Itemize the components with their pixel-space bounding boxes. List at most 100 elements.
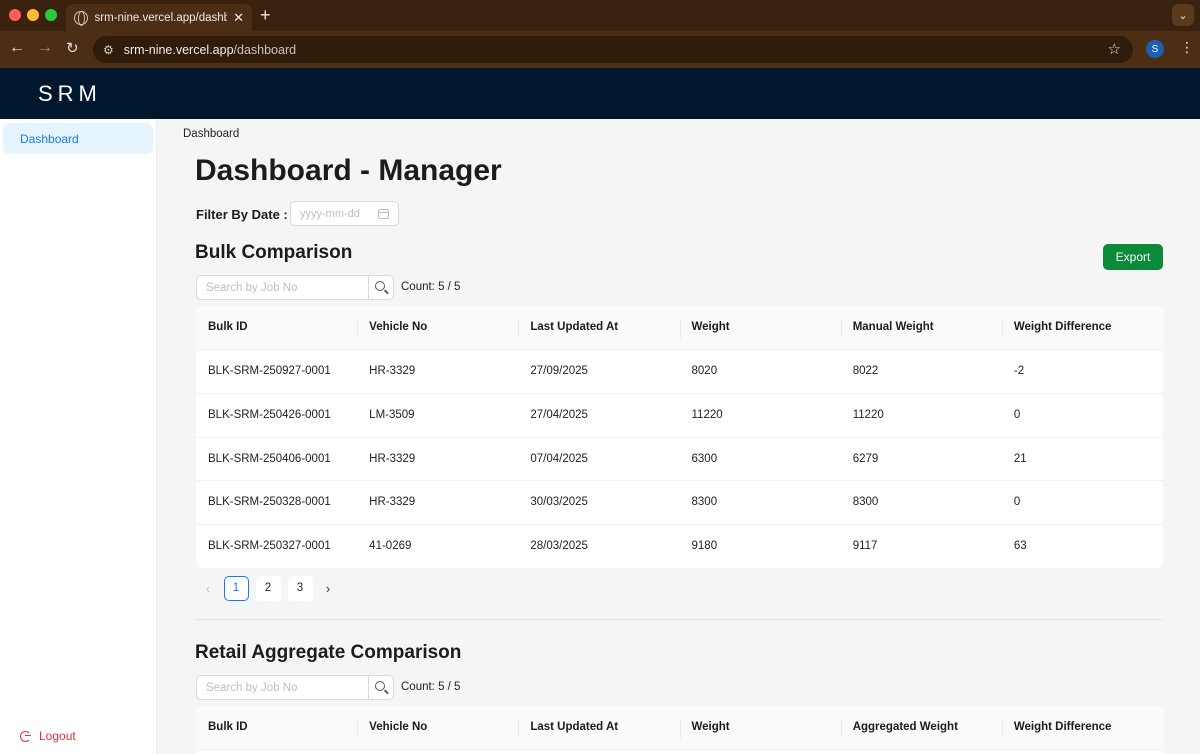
column-header[interactable]: Aggregated Weight: [840, 706, 1002, 749]
more-menu-icon[interactable]: ⋮: [1180, 39, 1194, 56]
breadcrumb: Dashboard: [183, 128, 240, 140]
back-arrow-icon[interactable]: ←: [9, 39, 25, 57]
cell-last-updated: 30/03/2025: [530, 496, 588, 509]
logout-icon: [20, 730, 31, 742]
table-row[interactable]: BLK-SRM-250327-0001 41-0269 28/03/2025 9…: [196, 525, 1163, 568]
cell-weight-difference: 21: [1013, 452, 1027, 465]
page-button-2[interactable]: 2: [255, 575, 281, 601]
bulk-comparison-title: Bulk Comparison: [195, 242, 353, 263]
pagination-prev-icon[interactable]: ‹: [196, 581, 220, 596]
retail-count: Count: 5 / 5: [401, 681, 461, 693]
page-button-1[interactable]: 1: [223, 575, 249, 601]
cell-bulk-id: BLK-SRM-250426-0001: [208, 408, 331, 421]
window-close-button[interactable]: [9, 9, 21, 21]
app-logo: SRM: [38, 81, 102, 106]
filter-date-label: Filter By Date :: [196, 207, 288, 222]
browser-tab[interactable]: srm-nine.vercel.app/dashboard ✕: [66, 4, 252, 31]
column-header[interactable]: Weight Difference: [1001, 306, 1163, 349]
logout-label: Logout: [39, 729, 76, 743]
cell-bulk-id: BLK-SRM-250327-0001: [208, 540, 331, 553]
retail-search-button[interactable]: [369, 675, 394, 700]
cell-weight: 11220: [691, 408, 723, 421]
forward-arrow-icon[interactable]: →: [37, 39, 53, 57]
cell-weight: 8020: [691, 365, 718, 377]
bulk-search-button[interactable]: [369, 275, 394, 300]
cell-weight-difference: 0: [1013, 496, 1021, 509]
table-row[interactable]: BLK-SRM-250927-0001 HR-3329 27/09/2025 8…: [196, 350, 1163, 394]
close-icon[interactable]: ✕: [233, 10, 244, 26]
cell-last-updated: 27/04/2025: [530, 408, 588, 421]
bulk-count: Count: 5 / 5: [401, 281, 461, 293]
cell-last-updated: 27/09/2025: [530, 365, 588, 377]
column-header[interactable]: Bulk ID: [196, 706, 357, 749]
logout-button[interactable]: Logout: [20, 729, 76, 743]
column-header[interactable]: Weight: [679, 706, 841, 749]
cell-manual-weight: 8022: [852, 365, 879, 377]
cell-bulk-id: BLK-SRM-250406-0001: [208, 452, 331, 465]
column-header[interactable]: Bulk ID: [196, 306, 357, 349]
cell-vehicle-no: HR-3329: [369, 365, 416, 377]
profile-avatar[interactable]: S: [1146, 40, 1164, 58]
cell-vehicle-no: LM-3509: [369, 408, 415, 421]
cell-weight-difference: -2: [1013, 365, 1025, 377]
cell-last-updated: 07/04/2025: [530, 452, 588, 465]
tab-title: srm-nine.vercel.app/dashboard: [94, 11, 228, 24]
cell-bulk-id: BLK-SRM-250927-0001: [208, 365, 331, 377]
table-row[interactable]: BLK-SRM-250426-0001 LM-3509 27/04/2025 1…: [196, 394, 1163, 438]
app-header: SRM: [0, 68, 1200, 119]
column-header[interactable]: Weight: [679, 306, 841, 349]
cell-manual-weight: 6279: [852, 452, 879, 465]
date-filter-input[interactable]: yyyy-mm-dd: [290, 201, 399, 226]
calendar-icon: [378, 209, 389, 219]
url-text: srm-nine.vercel.app/dashboard: [123, 42, 297, 57]
date-placeholder: yyyy-mm-dd: [300, 208, 360, 220]
site-settings-icon[interactable]: ⚙: [103, 43, 114, 57]
table-header: Bulk ID Vehicle No Last Updated At Weigh…: [196, 706, 1163, 750]
cell-weight: 6300: [691, 452, 718, 465]
cell-vehicle-no: 41-0269: [369, 540, 412, 553]
new-tab-button[interactable]: +: [260, 5, 271, 26]
cell-manual-weight: 9117: [852, 540, 878, 553]
column-header[interactable]: Vehicle No: [357, 306, 518, 349]
cell-weight-difference: 63: [1013, 540, 1027, 553]
cell-weight: 9180: [691, 540, 718, 553]
bookmark-star-icon[interactable]: ☆: [1108, 40, 1121, 58]
cell-manual-weight: 8300: [852, 496, 879, 509]
table-header: Bulk ID Vehicle No Last Updated At Weigh…: [196, 306, 1163, 350]
column-header[interactable]: Manual Weight: [840, 306, 1002, 349]
pagination-next-icon[interactable]: ›: [316, 581, 340, 596]
cell-vehicle-no: HR-3329: [369, 496, 416, 509]
sidebar-item-dashboard[interactable]: Dashboard: [3, 123, 153, 154]
column-header[interactable]: Weight Difference: [1001, 706, 1163, 749]
sidebar: Dashboard Logout: [0, 119, 157, 754]
reload-icon[interactable]: ↻: [66, 39, 79, 57]
column-header[interactable]: Vehicle No: [357, 706, 518, 749]
page-title: Dashboard - Manager: [195, 154, 502, 187]
url-field[interactable]: ⚙ srm-nine.vercel.app/dashboard ☆: [93, 36, 1133, 63]
window-maximize-button[interactable]: [45, 9, 57, 21]
column-header[interactable]: Last Updated At: [518, 706, 679, 749]
section-divider: [196, 619, 1163, 620]
table-row[interactable]: BLK-SRM-250406-0001 HR-3329 07/04/2025 6…: [196, 438, 1163, 482]
retail-search: Search by Job No: [196, 675, 394, 700]
chevron-down-icon[interactable]: ⌄: [1172, 4, 1194, 26]
pagination: ‹ 1 2 3 ›: [196, 575, 340, 601]
table-row[interactable]: BLK-SRM-250328-0001 HR-3329 30/03/2025 8…: [196, 481, 1163, 526]
retail-comparison-title: Retail Aggregate Comparison: [195, 642, 462, 663]
bulk-search-input[interactable]: Search by Job No: [196, 275, 370, 300]
globe-icon: [74, 10, 88, 26]
search-icon: [375, 681, 386, 691]
address-bar: ← → ↻ ⚙ srm-nine.vercel.app/dashboard ☆ …: [0, 31, 1200, 68]
cell-manual-weight: 11220: [852, 408, 884, 421]
window-minimize-button[interactable]: [27, 9, 39, 21]
cell-bulk-id: BLK-SRM-250328-0001: [208, 496, 331, 509]
cell-weight-difference: 0: [1013, 408, 1021, 421]
export-button[interactable]: Export: [1103, 244, 1163, 270]
cell-vehicle-no: HR-3329: [369, 452, 416, 465]
column-header[interactable]: Last Updated At: [518, 306, 679, 349]
page-button-3[interactable]: 3: [287, 575, 313, 601]
cell-last-updated: 28/03/2025: [530, 540, 588, 553]
retail-search-input[interactable]: Search by Job No: [196, 675, 370, 700]
browser-tab-bar: srm-nine.vercel.app/dashboard ✕ + ⌄: [0, 0, 1200, 31]
search-icon: [375, 281, 386, 291]
